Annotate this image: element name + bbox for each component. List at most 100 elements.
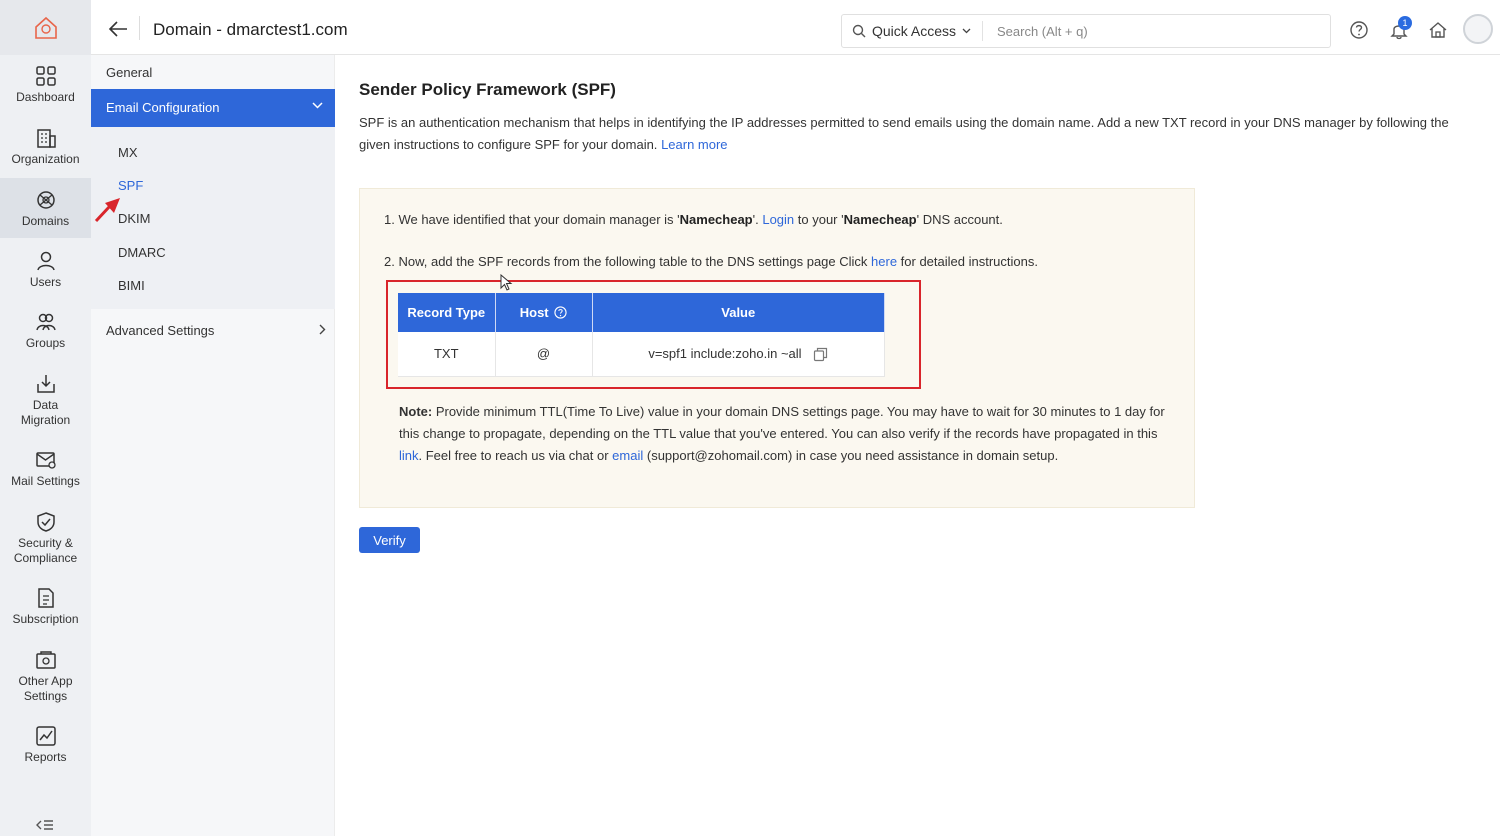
cell-record-type: TXT (398, 332, 496, 377)
email-configuration-submenu: MX SPF DKIM DMARC BIMI (91, 127, 335, 309)
note-text: Provide minimum TTL(Time To Live) value … (399, 404, 1165, 441)
chevron-down-icon (312, 102, 323, 109)
col-record-type: Record Type (398, 293, 496, 332)
home-icon[interactable] (1428, 20, 1448, 40)
quick-access-button[interactable]: Quick Access (852, 23, 971, 39)
col-host-label: Host (519, 305, 549, 320)
top-bar: Domain - dmarctest1.com Quick Access Sea… (91, 0, 1500, 55)
learn-more-link[interactable]: Learn more (661, 137, 727, 152)
rail-item-dashboard[interactable]: Dashboard (0, 64, 91, 105)
section-description: SPF is an authentication mechanism that … (359, 112, 1459, 156)
subnav-item-mx[interactable]: MX (118, 145, 138, 160)
rail-label: Other App (18, 674, 73, 688)
search-icon (852, 24, 866, 38)
rail-label: Data (32, 398, 59, 412)
rail-item-organization[interactable]: Organization (0, 126, 91, 167)
section-title: Sender Policy Framework (SPF) (359, 80, 616, 99)
rail-label: Subscription (12, 612, 79, 626)
domain-manager-name: Namecheap (843, 212, 917, 227)
col-host: Host (495, 293, 593, 332)
domain-manager-name: Namecheap (679, 212, 753, 227)
note-paragraph: Note: Provide minimum TTL(Time To Live) … (399, 401, 1169, 467)
search-input[interactable]: Search (Alt + q) (997, 24, 1088, 39)
app-logo[interactable] (0, 0, 91, 55)
reports-icon (35, 726, 56, 746)
left-rail: Dashboard Organization Domains Users Gro… (0, 0, 91, 836)
propagation-link[interactable]: link (399, 448, 419, 463)
page-title: Domain - dmarctest1.com (153, 20, 348, 39)
subnav-email-configuration-label: Email Configuration (106, 100, 220, 115)
home-logo-icon (34, 16, 57, 39)
rail-item-security[interactable]: Security & Compliance (0, 510, 91, 566)
users-icon (36, 251, 55, 271)
data-migration-icon (36, 375, 55, 393)
rail-label-2: Settings (23, 689, 68, 703)
rail-item-other-app[interactable]: Other App Settings (0, 648, 91, 704)
subnav-item-dmarc[interactable]: DMARC (118, 245, 166, 260)
note-text: . Feel free to reach us via chat or (418, 448, 613, 463)
step-text: 2. Now, add the SPF records from the fol… (384, 254, 872, 269)
rail-label: Organization (11, 152, 80, 166)
note-text: (support@zohomail.com) in case you need … (643, 448, 1059, 463)
email-link[interactable]: email (612, 448, 643, 463)
copy-icon[interactable] (813, 347, 828, 362)
table-header-row: Record Type Host Value (398, 293, 885, 332)
rail-label: Dashboard (16, 90, 75, 104)
search-box: Quick Access Search (Alt + q) (841, 14, 1331, 48)
dns-record-table: Record Type Host Value TXT @ v=spf1 incl… (398, 293, 885, 377)
security-icon (36, 512, 55, 532)
subnav-item-spf[interactable]: SPF (118, 178, 143, 193)
col-value: Value (592, 293, 885, 332)
rail-item-reports[interactable]: Reports (0, 724, 91, 765)
subnav-advanced-settings[interactable]: Advanced Settings (106, 323, 326, 338)
spf-record-value: v=spf1 include:zoho.in ~all (648, 345, 802, 361)
subnav-item-bimi[interactable]: BIMI (118, 278, 145, 293)
step-text: for detailed instructions. (897, 254, 1038, 269)
rail-label: Domains (21, 214, 70, 228)
mail-settings-icon (35, 452, 56, 469)
organization-icon (36, 129, 56, 148)
divider (982, 21, 983, 41)
subscription-icon (37, 588, 54, 608)
rail-item-data-migration[interactable]: Data Migration (0, 372, 91, 428)
cell-value: v=spf1 include:zoho.in ~all (592, 332, 885, 377)
cell-host: @ (495, 332, 593, 377)
rail-label: Groups (25, 336, 66, 350)
login-link[interactable]: Login (762, 212, 794, 227)
step-text: '. (752, 212, 763, 227)
avatar[interactable] (1463, 14, 1493, 44)
step-2: 2. Now, add the SPF records from the fol… (384, 254, 1038, 269)
rail-item-users[interactable]: Users (0, 249, 91, 290)
here-link[interactable]: here (871, 254, 897, 269)
back-arrow-icon[interactable] (107, 18, 129, 40)
rail-item-groups[interactable]: Groups (0, 310, 91, 351)
rail-item-domains[interactable]: Domains (0, 178, 91, 238)
mouse-cursor-icon (500, 274, 513, 291)
collapse-rail-icon[interactable] (36, 818, 54, 835)
help-icon[interactable] (554, 306, 567, 319)
subnav-general[interactable]: General (106, 65, 152, 80)
other-app-icon (35, 651, 56, 669)
description-text: SPF is an authentication mechanism that … (359, 115, 1449, 152)
rail-label-2: Migration (20, 413, 71, 427)
help-icon[interactable] (1349, 20, 1369, 40)
rail-item-mail-settings[interactable]: Mail Settings (0, 448, 91, 489)
step-text: to your ' (794, 212, 844, 227)
rail-label-2: Compliance (13, 551, 78, 565)
groups-icon (35, 313, 56, 331)
subnav-email-configuration[interactable]: Email Configuration (91, 89, 335, 127)
quick-access-label: Quick Access (872, 23, 957, 39)
verify-button[interactable]: Verify (359, 527, 420, 553)
dashboard-icon (35, 66, 56, 86)
chevron-right-icon (319, 324, 326, 335)
rail-item-subscription[interactable]: Subscription (0, 586, 91, 627)
divider (139, 16, 140, 40)
chevron-down-icon (962, 28, 971, 34)
annotation-arrow-icon (94, 198, 120, 223)
table-row: TXT @ v=spf1 include:zoho.in ~all (398, 332, 885, 377)
domains-icon (36, 191, 55, 209)
rail-label: Security & (18, 536, 73, 550)
step-1: 1. We have identified that your domain m… (384, 212, 1003, 227)
step-text: ' DNS account. (916, 212, 1003, 227)
step-text: 1. We have identified that your domain m… (384, 212, 680, 227)
